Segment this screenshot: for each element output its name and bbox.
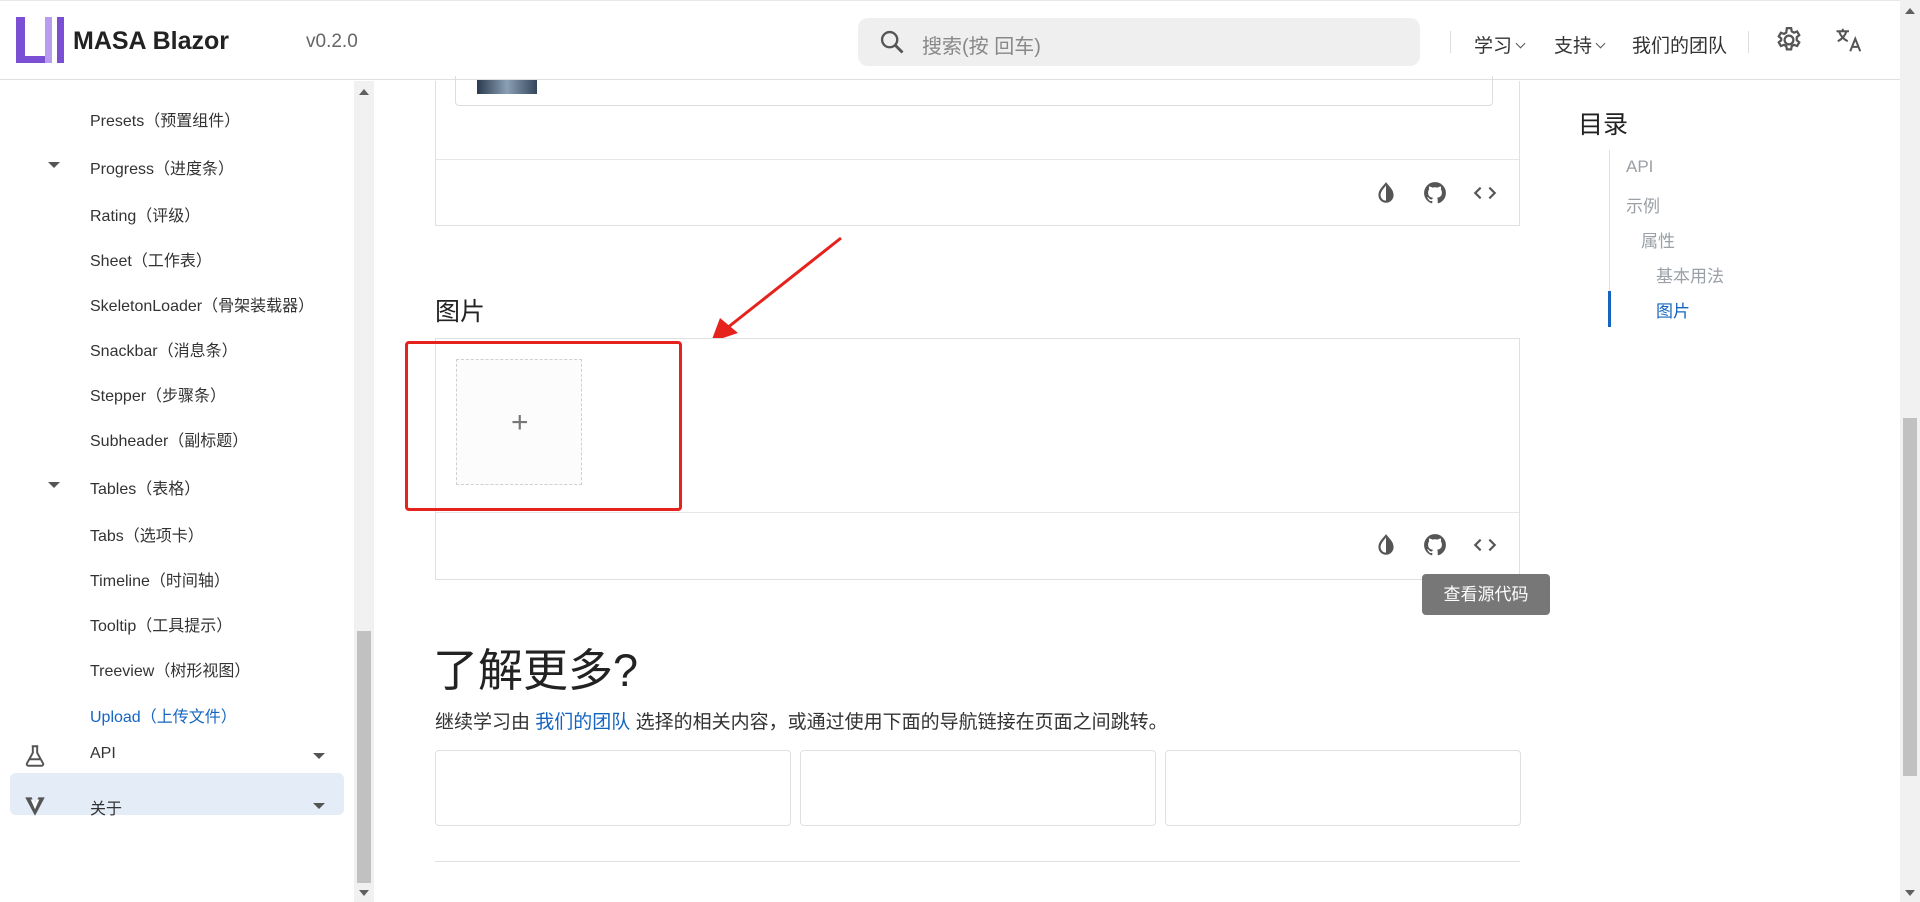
page-scrollbar[interactable] xyxy=(1900,0,1920,902)
toc-title: 目录 xyxy=(1578,111,1629,139)
sidebar-group-about[interactable]: 关于 xyxy=(90,795,122,819)
learn-more-text: 继续学习由 我们的团队 选择的相关内容，或通过使用下面的导航链接在页面之间跳转。 xyxy=(435,707,1168,734)
sidebar-item-upload[interactable]: Upload（上传文件） xyxy=(90,703,237,727)
annotation-arrow xyxy=(711,236,842,342)
annotation-highlight-box xyxy=(405,341,682,511)
scrollbar-thumb[interactable] xyxy=(357,631,371,883)
sidebar-item-timeline[interactable]: Timeline（时间轴） xyxy=(90,567,230,591)
version-label: v0.2.0 xyxy=(306,31,358,52)
sidebar-item-rating[interactable]: Rating（评级） xyxy=(90,202,200,226)
nav-learn-label: 学习 xyxy=(1474,36,1513,57)
scroll-down-arrow-icon[interactable] xyxy=(359,890,369,896)
code-icon[interactable] xyxy=(1472,532,1498,558)
toc-item-props[interactable]: 属性 xyxy=(1641,227,1675,252)
sidebar-item-tooltip[interactable]: Tooltip（工具提示） xyxy=(90,612,232,636)
nav-support-label: 支持 xyxy=(1554,36,1593,57)
caret-down-icon[interactable] xyxy=(313,753,325,759)
view-source-tooltip: 查看源代码 xyxy=(1422,574,1550,615)
search-box[interactable]: 搜索(按 回车) xyxy=(858,18,1420,66)
card-divider xyxy=(436,159,1519,160)
scroll-up-arrow-icon[interactable] xyxy=(1905,8,1915,14)
vuetify-logo-icon xyxy=(25,797,45,816)
theme-toggle-icon[interactable] xyxy=(1373,532,1399,558)
sidebar-scrollbar[interactable] xyxy=(354,81,374,902)
nav-team[interactable]: 我们的团队 xyxy=(1632,31,1727,58)
sidebar-item-sheet[interactable]: Sheet（工作表） xyxy=(90,247,212,271)
thumbnail-image xyxy=(477,80,537,94)
related-link-card[interactable] xyxy=(800,750,1156,826)
sidebar-item-progress[interactable]: Progress（进度条） xyxy=(90,155,234,179)
masa-logo-icon[interactable] xyxy=(14,15,66,67)
chevron-down-icon xyxy=(1595,38,1606,49)
scrollbar-thumb[interactable] xyxy=(1903,418,1917,776)
scroll-up-arrow-icon[interactable] xyxy=(359,89,369,95)
top-app-bar: MASA Blazor v0.2.0 搜索(按 回车) 学习 支持 我们的团队 xyxy=(0,0,1900,80)
toc-item-examples[interactable]: 示例 xyxy=(1626,192,1660,217)
learn-more-title: 了解更多? xyxy=(433,645,639,696)
sidebar-item-tabs[interactable]: Tabs（选项卡） xyxy=(90,522,204,546)
example-preview-box xyxy=(455,76,1493,106)
nav-divider xyxy=(1450,31,1451,53)
translate-icon[interactable] xyxy=(1834,25,1864,55)
section-title-images: 图片 xyxy=(435,298,486,326)
github-icon[interactable] xyxy=(1422,532,1448,558)
caret-down-icon[interactable] xyxy=(313,803,325,809)
toc-item-images[interactable]: 图片 xyxy=(1656,297,1690,322)
toc-item-basic-usage[interactable]: 基本用法 xyxy=(1656,262,1724,287)
caret-down-icon[interactable] xyxy=(48,162,60,168)
sidebar-item-presets[interactable]: Presets（预置组件） xyxy=(90,107,240,131)
scroll-down-arrow-icon[interactable] xyxy=(1905,890,1915,896)
settings-icon[interactable] xyxy=(1774,25,1804,55)
sidebar-item-tables[interactable]: Tables（表格） xyxy=(90,475,200,499)
code-icon[interactable] xyxy=(1472,180,1498,206)
toc-active-indicator xyxy=(1608,291,1611,327)
search-input[interactable]: 搜索(按 回车) xyxy=(922,30,1041,59)
sidebar-item-snackbar[interactable]: Snackbar（消息条） xyxy=(90,337,238,361)
flask-icon xyxy=(25,745,45,767)
brand-title[interactable]: MASA Blazor xyxy=(73,27,229,56)
sidebar-nav: Presets（预置组件） Progress（进度条） Rating（评级） S… xyxy=(0,81,354,902)
content-divider xyxy=(435,861,1520,862)
card-divider xyxy=(436,512,1519,513)
learn-more-text-before: 继续学习由 xyxy=(435,712,536,733)
search-icon xyxy=(880,30,904,54)
related-link-card[interactable] xyxy=(1165,750,1521,826)
sidebar-item-stepper[interactable]: Stepper（步骤条） xyxy=(90,382,226,406)
sidebar-active-highlight xyxy=(10,773,344,815)
github-icon[interactable] xyxy=(1422,180,1448,206)
caret-down-icon[interactable] xyxy=(48,482,60,488)
sidebar-item-skeletonloader[interactable]: SkeletonLoader（骨架装载器） xyxy=(90,292,314,316)
learn-more-text-after: 选择的相关内容，或通过使用下面的导航链接在页面之间跳转。 xyxy=(630,712,1168,733)
nav-support[interactable]: 支持 xyxy=(1554,31,1606,58)
related-link-card[interactable] xyxy=(435,750,791,826)
sidebar-item-treeview[interactable]: Treeview（树形视图） xyxy=(90,657,250,681)
nav-learn[interactable]: 学习 xyxy=(1474,31,1526,58)
sidebar-item-subheader[interactable]: Subheader（副标题） xyxy=(90,427,248,451)
theme-toggle-icon[interactable] xyxy=(1373,180,1399,206)
sidebar-group-api[interactable]: API xyxy=(90,745,116,763)
app-root: MASA Blazor v0.2.0 搜索(按 回车) 学习 支持 我们的团队 … xyxy=(0,0,1920,902)
team-link[interactable]: 我们的团队 xyxy=(535,712,630,733)
chevron-down-icon xyxy=(1515,38,1526,49)
nav-divider xyxy=(1748,31,1749,53)
toc-item-api[interactable]: API xyxy=(1626,157,1653,177)
